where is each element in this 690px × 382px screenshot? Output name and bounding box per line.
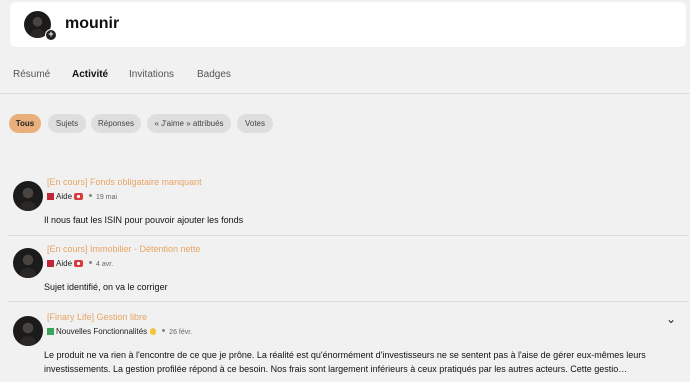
separator-dot [162,329,166,332]
lightbulb-icon [150,328,157,335]
activity-post: [Finary Life] Gestion libre Nouvelles Fo… [8,312,688,382]
chevron-down-icon[interactable]: ⌄ [666,312,676,326]
username: mounir [65,15,120,32]
post-title[interactable]: [En cours] Immobilier - Détention nette [47,244,201,254]
post-avatar[interactable] [13,181,43,211]
tab-invitations[interactable]: Invitations [129,69,174,80]
post-title[interactable]: [Finary Life] Gestion libre [47,312,147,322]
activity-post: [En cours] Fonds obligataire manquant Ai… [8,177,688,236]
separator-dot [89,194,93,197]
category-badge-icon [47,328,54,335]
post-avatar[interactable] [13,248,43,278]
post-date: 26 févr. [169,329,193,336]
post-meta: Aide 4 avr. [47,259,113,269]
tab-badges[interactable]: Badges [197,69,231,80]
profile-header: + mounir [10,2,686,47]
post-excerpt: Le produit ne va rien à l'encontre de ce… [44,350,646,374]
category-label[interactable]: Aide [56,259,72,268]
post-title[interactable]: [En cours] Fonds obligataire manquant [47,177,202,187]
filter-likes-given[interactable]: « J'aime » attribués [147,114,231,133]
activity-post: [En cours] Immobilier - Détention nette … [8,244,688,302]
category-badge-icon [47,193,54,200]
tab-activite[interactable]: Activité [72,69,108,80]
category-label[interactable]: Nouvelles Fonctionnalités [56,327,147,336]
profile-tabs: Résumé Activité Invitations Badges [0,62,690,94]
separator-dot [89,261,93,264]
post-meta: Aide 19 mai [47,192,117,202]
filter-votes[interactable]: Votes [237,114,273,133]
post-date: 19 mai [96,194,118,201]
post-date: 4 avr. [96,261,114,268]
post-excerpt: Sujet identifié, on va le corriger [44,282,168,292]
post-avatar[interactable] [13,316,43,346]
category-badge-icon [47,260,54,267]
filter-reponses[interactable]: Réponses [91,114,141,133]
filter-tous[interactable]: Tous [9,114,41,133]
add-status-icon[interactable]: + [45,29,57,41]
post-excerpt: Il nous faut les ISIN pour pouvoir ajout… [44,215,244,225]
lock-icon [74,193,84,200]
lock-icon [74,260,84,267]
category-label[interactable]: Aide [56,192,72,201]
tab-resume[interactable]: Résumé [13,69,50,80]
post-meta: Nouvelles Fonctionnalités 26 févr. [47,327,192,337]
filter-sujets[interactable]: Sujets [48,114,86,133]
